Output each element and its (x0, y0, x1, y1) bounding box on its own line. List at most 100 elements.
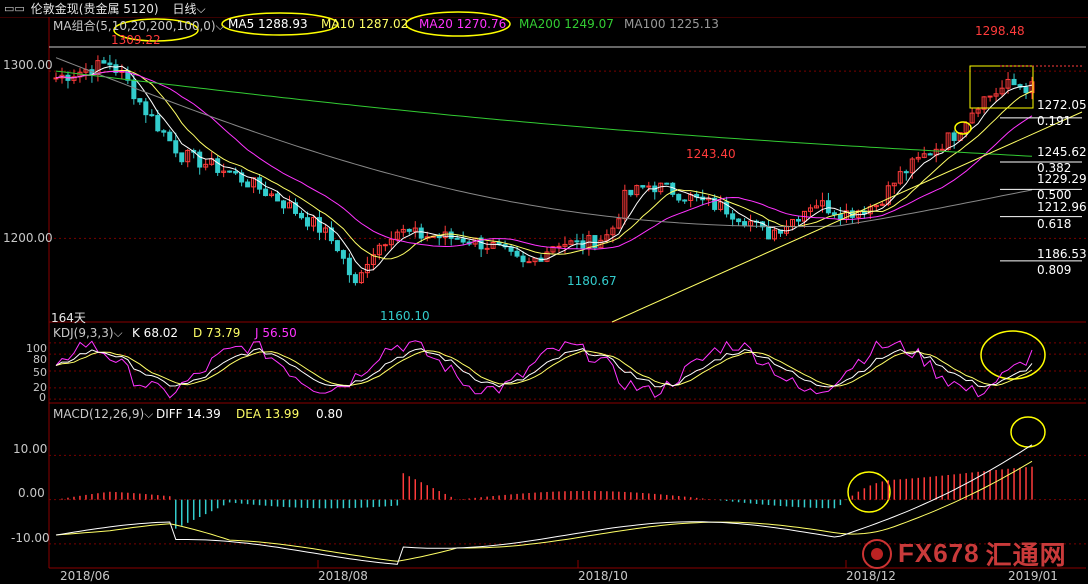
candle-down (167, 131, 173, 142)
highlight-ellipse (980, 330, 1046, 380)
macd-tick-neg10: -10.00 (11, 531, 50, 545)
candle-down (951, 132, 957, 141)
ma5-legend: MA5 1288.93 (228, 17, 308, 31)
candle-down (825, 200, 831, 214)
candle-down (197, 151, 203, 168)
candle-down (682, 199, 688, 202)
watermark-cn: 汇通网 (985, 540, 1067, 570)
candle-down (304, 217, 310, 227)
candle-down (574, 240, 580, 243)
chevron-down-icon: ⌵ (113, 326, 123, 340)
candle-down (275, 193, 281, 202)
candle-down (436, 235, 442, 239)
candle-down (155, 115, 161, 132)
candle-up (987, 95, 993, 98)
macd-title-label: MACD(12,26,9) (53, 407, 145, 421)
candle-down (107, 62, 113, 66)
x-label-1: 2018/08 (318, 569, 368, 583)
ma20-line (55, 70, 1033, 250)
kdj-j: J 56.50 (255, 326, 297, 340)
candle-down (676, 193, 682, 201)
fib-ratio-4: 0.809 (1037, 263, 1072, 277)
main-legend: MA组合(5,10,20,200,100,0)⌵ (53, 17, 225, 34)
kdj-title-label: KDJ(9,3,3) (53, 326, 114, 340)
candle-down (281, 200, 287, 209)
highlight-ellipse (1010, 416, 1046, 448)
candle-down (766, 226, 772, 240)
candle-down (101, 60, 107, 64)
candle-down (903, 171, 909, 174)
candle-down (334, 240, 340, 252)
candle-down (346, 257, 352, 276)
candle-down (173, 140, 179, 154)
ma10-line (55, 70, 1033, 260)
kdj-title[interactable]: KDJ(9,3,3)⌵ (53, 326, 123, 341)
fib-price-1: 1245.62 (1037, 145, 1087, 159)
y-tick-1300: 1300.00 (3, 58, 53, 72)
candle-down (514, 250, 520, 257)
candle-down (1011, 78, 1017, 86)
ma100-line (55, 57, 1033, 228)
ma20-legend: MA20 1270.76 (419, 17, 507, 31)
candle-down (406, 228, 412, 232)
candle-down (628, 189, 634, 196)
fib-price-0: 1272.05 (1037, 98, 1087, 112)
x-label-2: 2018/10 (578, 569, 628, 583)
fib-price-4: 1186.53 (1037, 247, 1087, 261)
watermark: FX678 汇通网 (862, 535, 1067, 572)
candle-down (257, 177, 263, 190)
macd-title[interactable]: MACD(12,26,9)⌵ (53, 407, 153, 422)
kdj-k: K 68.02 (132, 326, 179, 340)
kdj-d: D 73.79 (193, 326, 241, 340)
candle-up (484, 247, 490, 250)
high-left-label: 1309.22 (111, 33, 161, 47)
candle-down (263, 188, 269, 197)
candle-down (352, 274, 358, 284)
candle-down (736, 218, 742, 223)
watermark-brand: FX678 (898, 538, 980, 568)
candle-up (556, 245, 562, 248)
candle-down (831, 212, 837, 216)
candle-down (149, 114, 155, 117)
chevron-down-icon: ⌵ (144, 407, 154, 421)
ma-group-label[interactable]: MA组合(5,10,20,200,100,0) (53, 19, 216, 33)
candle-down (664, 182, 670, 185)
kdj-d-line (55, 350, 1033, 387)
fib-ratio-0: 0.191 (1037, 114, 1072, 128)
candle-down (1023, 86, 1029, 94)
candle-down (143, 101, 149, 116)
candle-down (730, 213, 736, 220)
candle-down (418, 227, 424, 239)
highlight-ellipse (847, 471, 891, 513)
days-label: 164天 (51, 311, 86, 325)
candle-down (227, 170, 233, 173)
candle-down (298, 212, 304, 219)
fib-price-2: 1229.29 (1037, 172, 1087, 186)
candle-down (742, 221, 748, 227)
fx678-logo-icon (862, 538, 892, 569)
candle-down (460, 238, 466, 243)
kdj-tick-80: 80 (33, 353, 47, 366)
candle-down (520, 255, 526, 263)
kdj-tick-0: 0 (39, 391, 46, 404)
fib-ratio-3: 0.618 (1037, 217, 1072, 231)
candle-up (939, 148, 945, 151)
chevron-down-icon: ⌵ (215, 19, 225, 33)
candle-down (245, 181, 251, 188)
macd-diff: DIFF 14.39 (156, 407, 221, 421)
macd-tick-0: 0.00 (18, 486, 45, 500)
candle-down (215, 158, 221, 173)
candle-down (137, 98, 143, 103)
candle-down (340, 250, 346, 259)
candle-down (233, 171, 239, 174)
candle-down (454, 237, 460, 240)
ma200-legend: MA200 1249.07 (519, 17, 614, 31)
macd-tick-10: 10.00 (13, 442, 48, 456)
ma10-legend: MA10 1287.02 (321, 17, 409, 31)
high-right-label: 1298.48 (975, 24, 1025, 38)
kdj-j-line (55, 340, 1033, 399)
low-b-label: 1180.67 (567, 274, 617, 288)
candle-down (640, 185, 646, 188)
stock-chart[interactable] (0, 0, 1088, 584)
macd-value: 0.80 (316, 407, 343, 421)
